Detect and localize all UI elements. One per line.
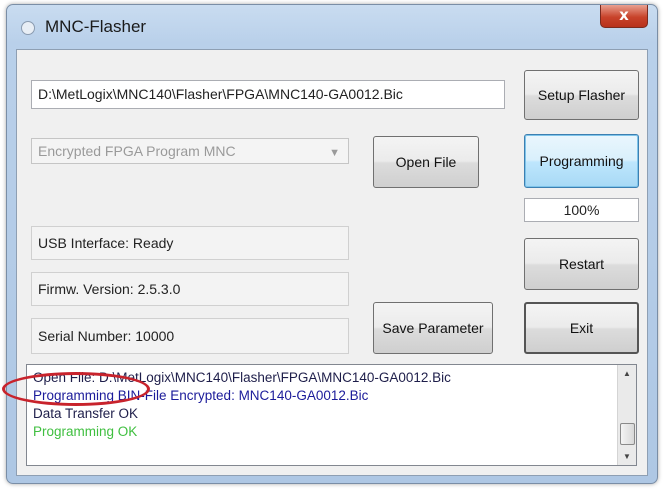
log-scrollbar[interactable]: ▲ ▼: [617, 365, 636, 465]
log-line: Data Transfer OK: [33, 406, 139, 421]
app-window: MNC-Flasher x D:\MetLogix\MNC140\Flasher…: [6, 4, 658, 484]
save-parameter-button[interactable]: Save Parameter: [373, 302, 493, 354]
progress-percent: 100%: [524, 198, 639, 222]
serial-number: Serial Number: 10000: [31, 318, 349, 354]
usb-status: USB Interface: Ready: [31, 226, 349, 260]
close-button[interactable]: x: [600, 5, 648, 28]
program-type-select[interactable]: Encrypted FPGA Program MNC ▼: [31, 138, 349, 164]
firmware-version: Firmw. Version: 2.5.3.0: [31, 272, 349, 306]
programming-button[interactable]: Programming: [524, 134, 639, 188]
title-bar[interactable]: MNC-Flasher x: [7, 5, 657, 49]
scrollbar-thumb[interactable]: [620, 423, 635, 445]
chevron-down-icon[interactable]: ▼: [329, 141, 340, 165]
main-panel: D:\MetLogix\MNC140\Flasher\FPGA\MNC140-G…: [16, 49, 648, 476]
log-line-programming-ok: Programming OK: [33, 424, 138, 439]
scroll-up-icon[interactable]: ▲: [618, 369, 636, 378]
exit-button[interactable]: Exit: [524, 302, 639, 354]
program-type-value: Encrypted FPGA Program MNC: [38, 143, 236, 159]
setup-flasher-button[interactable]: Setup Flasher: [524, 70, 639, 120]
app-icon: [21, 21, 35, 35]
window-title: MNC-Flasher: [45, 17, 147, 36]
restart-button[interactable]: Restart: [524, 238, 639, 290]
file-path-field[interactable]: D:\MetLogix\MNC140\Flasher\FPGA\MNC140-G…: [31, 80, 505, 109]
open-file-button[interactable]: Open File: [373, 136, 479, 188]
highlight-ellipse: [2, 372, 150, 406]
scroll-down-icon[interactable]: ▼: [618, 452, 636, 461]
